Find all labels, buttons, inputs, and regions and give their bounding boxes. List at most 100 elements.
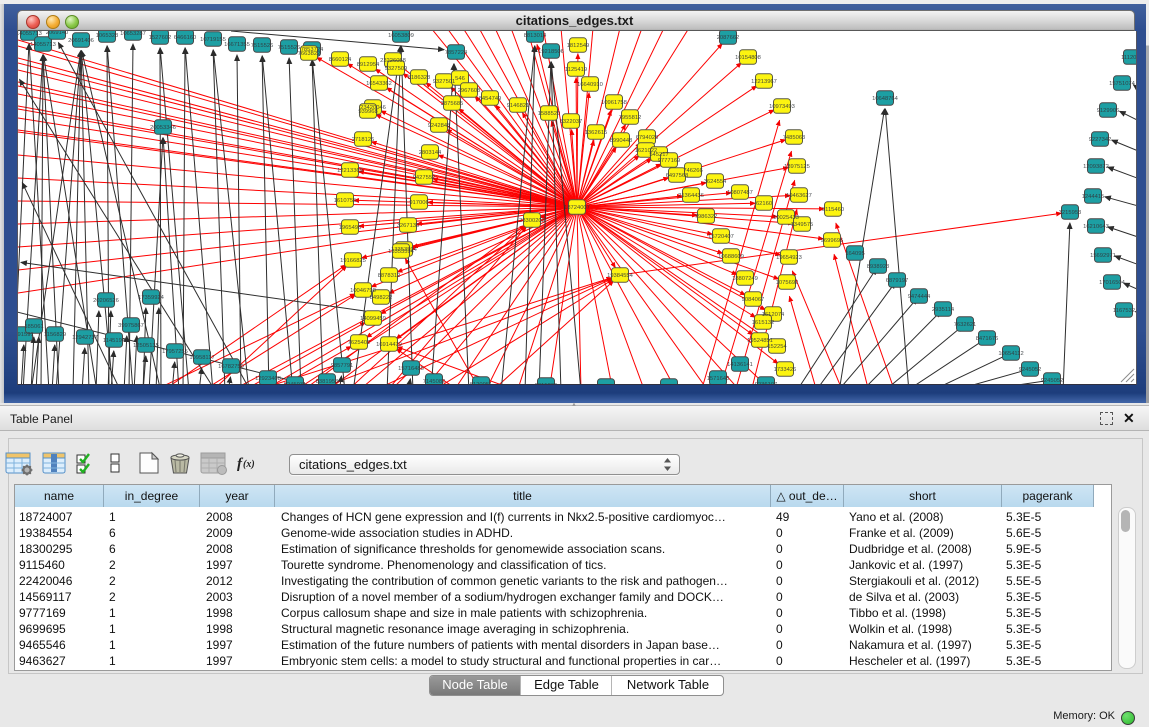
svg-text:8813014: 8813014: [524, 33, 547, 39]
svg-text:8660124: 8660124: [329, 57, 352, 63]
svg-text:7857224: 7857224: [445, 50, 468, 56]
svg-text:7515526: 7515526: [251, 43, 274, 49]
svg-text:939968: 939968: [358, 109, 377, 115]
svg-text:2935114: 2935114: [932, 307, 955, 313]
svg-text:9227342: 9227342: [1089, 137, 1112, 143]
svg-text:16053809: 16053809: [388, 33, 414, 39]
svg-text:3875685: 3875685: [441, 101, 464, 107]
svg-text:8912954: 8912954: [357, 62, 380, 68]
svg-text:12213967: 12213967: [751, 79, 777, 85]
svg-text:14099459: 14099459: [360, 316, 386, 322]
svg-text:1112075: 1112075: [1121, 55, 1136, 61]
svg-text:1615132: 1615132: [752, 320, 775, 326]
svg-text:9245931: 9245931: [284, 382, 307, 384]
svg-text:10025433: 10025433: [773, 215, 799, 221]
svg-text:9327509: 9327509: [385, 66, 408, 72]
svg-text:9129906: 9129906: [1097, 108, 1120, 114]
svg-text:164095: 164095: [845, 251, 864, 257]
svg-text:1065328: 1065328: [96, 33, 119, 39]
svg-text:12505135: 12505135: [133, 343, 159, 349]
svg-text:1156829: 1156829: [44, 332, 66, 338]
svg-text:15751074: 15751074: [1109, 81, 1136, 87]
svg-text:8381953: 8381953: [316, 379, 339, 384]
svg-text:7485063: 7485063: [783, 135, 806, 141]
svg-text:8454749: 8454749: [479, 96, 502, 102]
svg-text:152254: 152254: [767, 344, 787, 350]
svg-text:9245052: 9245052: [1041, 378, 1064, 384]
svg-text:2069140: 2069140: [46, 31, 69, 36]
svg-text:17359924: 17359924: [138, 295, 165, 301]
svg-text:10807487: 10807487: [727, 190, 753, 196]
svg-text:19463627: 19463627: [786, 193, 812, 199]
svg-text:8186328: 8186328: [408, 75, 431, 81]
svg-text:746266: 746266: [683, 168, 702, 174]
svg-text:16543362: 16543362: [366, 81, 392, 87]
svg-text:8938923: 8938923: [867, 264, 890, 270]
svg-text:10154808: 10154808: [735, 55, 761, 61]
svg-text:1145194: 1145194: [103, 338, 126, 344]
svg-text:16210643: 16210643: [1083, 224, 1109, 230]
svg-text:12923468: 12923468: [255, 376, 281, 382]
svg-text:10973493: 10973493: [769, 104, 795, 110]
svg-text:1612074: 1612074: [762, 312, 785, 318]
svg-text:39975867: 39975867: [118, 323, 144, 329]
svg-text:18807249: 18807249: [732, 276, 758, 282]
svg-text:9474444: 9474444: [908, 294, 931, 300]
svg-text:7955812: 7955812: [619, 115, 642, 121]
svg-text:8498222: 8498222: [370, 295, 393, 301]
svg-text:12213369: 12213369: [337, 168, 363, 174]
svg-text:17016504: 17016504: [1099, 280, 1126, 286]
svg-text:14055713: 14055713: [30, 42, 56, 48]
svg-text:9146821: 9146821: [507, 103, 530, 109]
svg-text:2967608: 2967608: [458, 88, 481, 94]
svg-text:6794028: 6794028: [636, 135, 659, 141]
svg-text:391591: 391591: [18, 332, 34, 338]
svg-text:12942737: 12942737: [72, 335, 98, 341]
svg-text:12093872: 12093872: [1083, 164, 1109, 170]
svg-text:8471676: 8471676: [976, 336, 999, 342]
svg-text:3624554: 3624554: [704, 179, 727, 185]
svg-text:20206526: 20206526: [93, 298, 119, 304]
svg-text:185061: 185061: [24, 324, 43, 330]
svg-text:1588520: 1588520: [538, 111, 561, 117]
svg-text:7145082: 7145082: [423, 379, 446, 384]
svg-text:9699695: 9699695: [821, 238, 844, 244]
svg-text:7632621: 7632621: [954, 322, 977, 328]
svg-text:9815206: 9815206: [535, 383, 558, 384]
svg-text:1527602: 1527602: [149, 35, 172, 41]
svg-text:1610755: 1610755: [334, 198, 357, 204]
svg-text:19384554: 19384554: [607, 273, 634, 279]
svg-text:(x): (x): [243, 459, 255, 470]
svg-text:17957255: 17957255: [162, 349, 188, 355]
svg-text:546: 546: [455, 76, 465, 82]
svg-text:1733426: 1733426: [774, 367, 797, 373]
svg-text:9242848: 9242848: [428, 123, 451, 129]
svg-text:10688609: 10688609: [718, 254, 744, 260]
svg-text:9245052: 9245052: [1019, 367, 1042, 373]
svg-text:23226058: 23226058: [380, 58, 406, 64]
svg-text:1125419: 1125419: [565, 67, 587, 73]
svg-text:16671355: 16671355: [224, 42, 250, 48]
svg-text:13353594: 13353594: [388, 249, 415, 255]
svg-text:19654923: 19654923: [776, 255, 802, 261]
svg-text:16782759: 16782759: [218, 364, 244, 370]
svg-text:10648764: 10648764: [872, 96, 899, 102]
svg-text:16640910: 16640910: [577, 82, 603, 88]
svg-text:14136141: 14136141: [727, 362, 753, 368]
svg-text:15720407: 15720407: [708, 234, 734, 240]
svg-text:20691406: 20691406: [68, 38, 94, 44]
svg-text:10958117: 10958117: [189, 355, 214, 361]
svg-text:10653287: 10653287: [120, 31, 146, 37]
svg-text:9084067: 9084067: [742, 297, 765, 303]
svg-text:8322037: 8322037: [560, 119, 583, 125]
svg-text:6466160: 6466160: [174, 35, 197, 41]
svg-text:6879197: 6879197: [886, 278, 909, 284]
svg-text:7625402: 7625402: [348, 340, 371, 346]
svg-text:1965496: 1965496: [339, 225, 362, 231]
svg-text:2718126: 2718126: [352, 137, 375, 143]
svg-text:14055713: 14055713: [18, 31, 42, 37]
svg-text:2803144: 2803144: [419, 150, 442, 156]
svg-text:9857791: 9857791: [331, 363, 354, 369]
svg-text:15692971: 15692971: [1090, 253, 1116, 259]
svg-text:3215953: 3215953: [1059, 210, 1082, 216]
